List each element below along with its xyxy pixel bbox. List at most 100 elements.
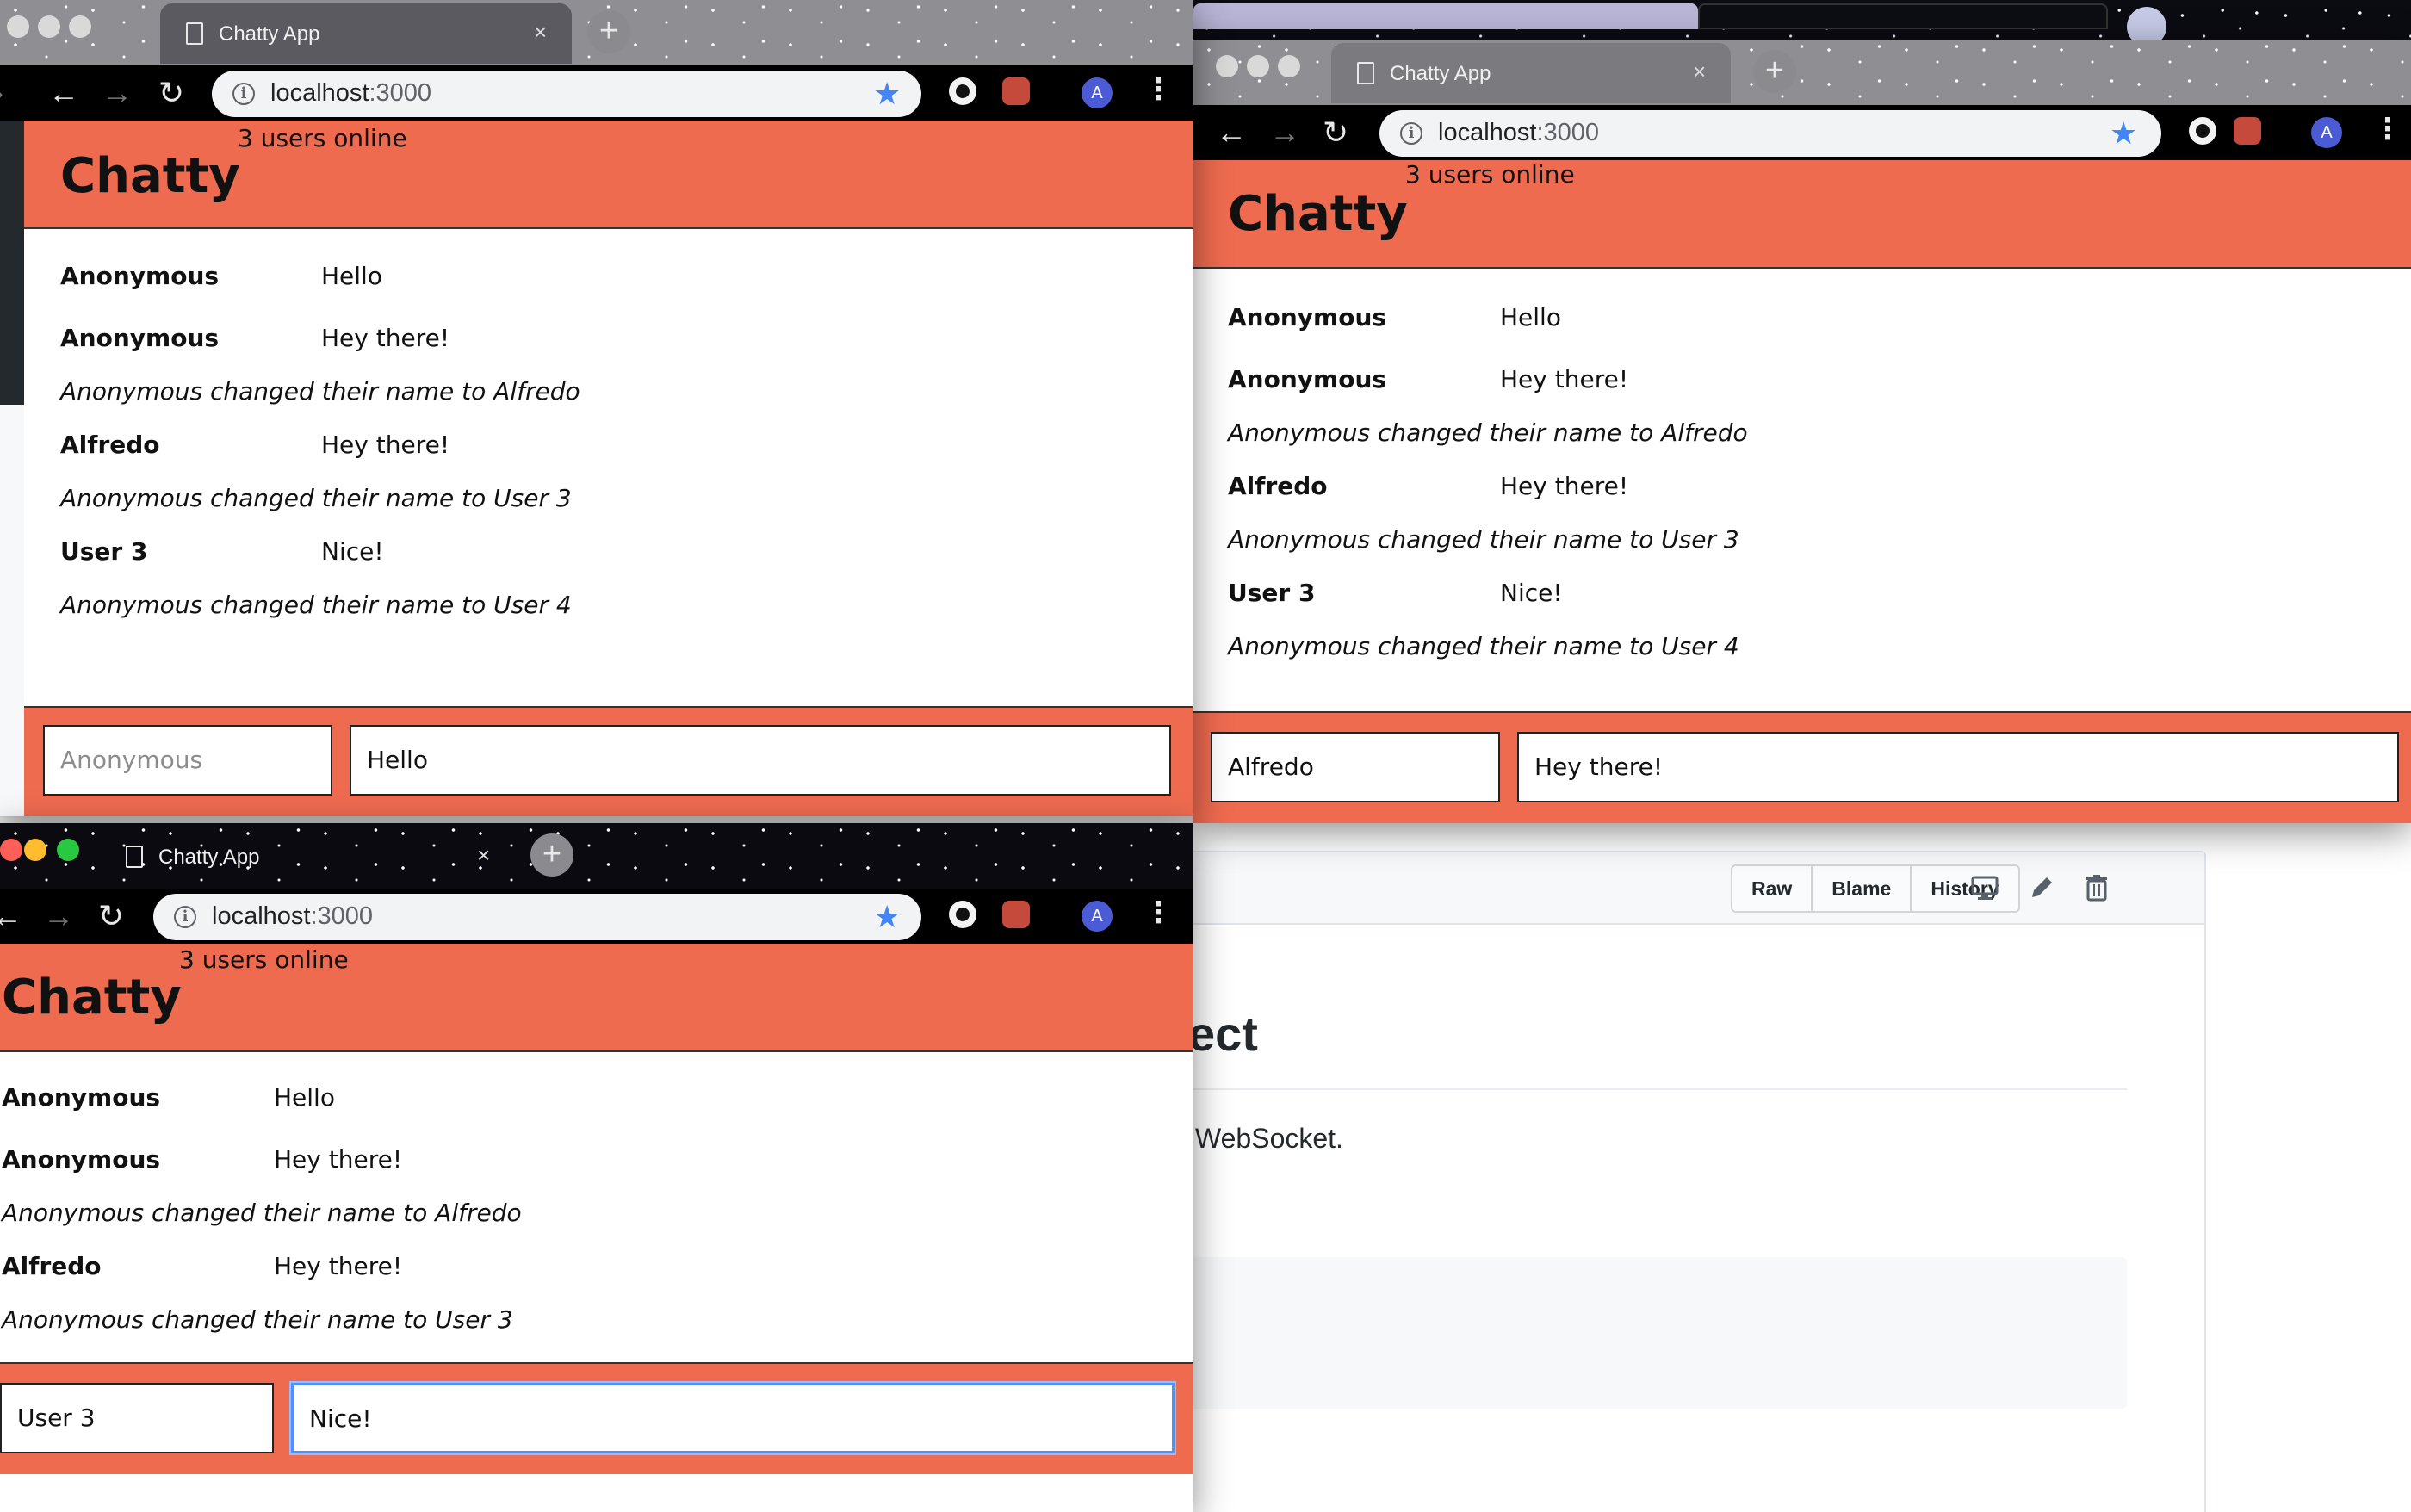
close-window-icon[interactable] (1216, 55, 1238, 77)
message-list: Anonymous Hello Anonymous Hey there! Ano… (24, 229, 1193, 706)
background-browser-tab[interactable] (1698, 3, 2108, 29)
info-icon[interactable]: i (1400, 122, 1422, 145)
system-notification: Anonymous changed their name to User 3 (2, 1305, 513, 1334)
address-bar[interactable]: i localhost:3000 ★ (153, 894, 921, 940)
browser-window-3: Chatty App × + ← → ↻ i localhost:3000 ★ … (0, 823, 1193, 1512)
bookmark-star-icon[interactable]: ★ (873, 76, 901, 112)
menu-kebab-icon[interactable]: ⋮ (2373, 112, 2402, 146)
message-list: Anonymous Hello Anonymous Hey there! Ano… (0, 1052, 1193, 1397)
close-tab-icon[interactable]: × (1693, 59, 1706, 85)
extension-icon[interactable] (2189, 117, 2216, 145)
extension-icon[interactable] (949, 77, 976, 105)
browser-toolbar: ← → ↻ i localhost:3000 ★ A ⋮ (0, 889, 1193, 944)
minimize-window-icon[interactable] (24, 839, 46, 861)
back-arrow-icon[interactable]: ← (0, 897, 22, 935)
extension-red-icon[interactable] (2234, 117, 2261, 145)
message-content: Hey there! (274, 1145, 403, 1174)
reload-icon[interactable]: ↻ (1323, 114, 1348, 152)
users-online-count: 3 users online (238, 124, 407, 152)
address-bar[interactable]: i localhost:3000 ★ (1379, 110, 2161, 157)
back-arrow-icon[interactable]: ← (1216, 114, 1247, 152)
users-online-count: 3 users online (179, 945, 349, 974)
browser-toolbar: ← → ↻ i localhost:3000 ★ A ⋮ (1193, 105, 2411, 160)
message-username: Alfredo (60, 431, 160, 459)
document-icon (126, 846, 143, 868)
system-notification: Anonymous changed their name to User 3 (1228, 525, 1739, 554)
menu-kebab-icon[interactable]: ⋮ (1144, 72, 1173, 107)
tab-chatty-app[interactable]: Chatty App × (160, 3, 572, 64)
address-bar[interactable]: i localhost:3000 ★ (212, 71, 921, 117)
menu-kebab-icon[interactable]: ⋮ (1144, 895, 1173, 930)
browser-toolbar: › ← → ↻ i localhost:3000 ★ A ⋮ (0, 65, 1193, 121)
system-notification: Anonymous changed their name to Alfredo (60, 377, 580, 406)
url-host: localhost (270, 79, 369, 107)
pencil-icon[interactable] (2027, 873, 2056, 902)
close-tab-icon[interactable]: × (534, 19, 547, 46)
info-icon[interactable]: i (232, 83, 255, 105)
message-input[interactable]: Hello (350, 725, 1171, 796)
message-input[interactable]: Nice! (291, 1383, 1175, 1453)
new-tab-button[interactable]: + (530, 833, 573, 877)
profile-avatar[interactable]: A (1082, 901, 1113, 932)
message-username: Anonymous (1228, 303, 1387, 332)
forward-arrow-icon[interactable]: → (1269, 114, 1300, 152)
url-text: localhost:3000 (1438, 119, 1599, 147)
username-input[interactable]: User 3 (0, 1383, 274, 1453)
tab-chatty-app[interactable]: Chatty App × (1331, 43, 1731, 103)
tab-title: Chatty App (1390, 62, 1491, 85)
info-icon[interactable]: i (174, 906, 196, 928)
window-titlebar: Chatty App × + (0, 823, 1193, 889)
username-input[interactable]: Alfredo (1211, 732, 1500, 802)
new-tab-button[interactable]: + (1753, 50, 1796, 93)
extension-red-icon[interactable] (1002, 901, 1030, 928)
message-username: User 3 (60, 537, 148, 566)
zoom-window-icon[interactable] (57, 839, 79, 861)
chatty-navbar: Chatty 3 users online (0, 944, 1193, 1052)
reload-icon[interactable]: ↻ (98, 897, 124, 935)
url-port: :3000 (369, 79, 432, 107)
blame-button[interactable]: Blame (1813, 866, 1912, 911)
message-content: Hey there! (1500, 472, 1629, 500)
chatty-navbar: Chatty 3 users online (1193, 160, 2411, 269)
message-content: Nice! (321, 537, 384, 566)
github-file-box: Raw Blame History (1119, 851, 2206, 1512)
url-port: :3000 (310, 902, 374, 930)
forward-arrow-icon[interactable]: → (43, 897, 74, 935)
desktop-icon[interactable] (1970, 873, 1999, 902)
tab-chatty-app[interactable]: Chatty App × (100, 827, 513, 887)
chatty-title: Chatty (1228, 186, 1408, 242)
new-tab-button[interactable]: + (587, 10, 630, 53)
message-content: Hello (274, 1083, 335, 1112)
extension-red-icon[interactable] (1002, 77, 1030, 105)
minimize-window-icon[interactable] (38, 15, 60, 38)
message-username: Anonymous (2, 1145, 161, 1174)
raw-button[interactable]: Raw (1732, 866, 1813, 911)
profile-avatar[interactable]: A (1082, 77, 1113, 108)
reload-icon[interactable]: ↻ (158, 74, 184, 112)
tab-title: Chatty App (219, 22, 320, 46)
close-window-icon[interactable] (7, 15, 29, 38)
bookmark-star-icon[interactable]: ★ (2110, 115, 2137, 152)
message-content: Hey there! (321, 431, 450, 459)
profile-avatar[interactable]: A (2311, 117, 2342, 148)
trash-icon[interactable] (2082, 873, 2111, 902)
window-titlebar: Chatty App × + (1193, 40, 2411, 105)
message-input[interactable]: Hey there! (1517, 732, 2399, 802)
partial-icon: › (0, 74, 3, 112)
bookmark-star-icon[interactable]: ★ (873, 899, 901, 935)
message-username: Alfredo (2, 1252, 102, 1280)
zoom-window-icon[interactable] (1278, 55, 1300, 77)
forward-arrow-icon[interactable]: → (102, 74, 133, 112)
close-tab-icon[interactable]: × (477, 842, 490, 869)
browser-window-1: Chatty App × + › ← → ↻ i localhost:3000 … (0, 0, 1193, 816)
message-content: Hey there! (321, 324, 450, 352)
extension-icon[interactable] (949, 901, 976, 928)
minimize-window-icon[interactable] (1247, 55, 1269, 77)
close-window-icon[interactable] (0, 839, 22, 861)
background-browser-tab[interactable] (1193, 3, 1698, 29)
back-arrow-icon[interactable]: ← (48, 74, 79, 112)
message-username: User 3 (1228, 579, 1316, 607)
history-button[interactable]: History (1912, 866, 2017, 911)
username-input[interactable]: Anonymous (43, 725, 332, 796)
zoom-window-icon[interactable] (69, 15, 91, 38)
